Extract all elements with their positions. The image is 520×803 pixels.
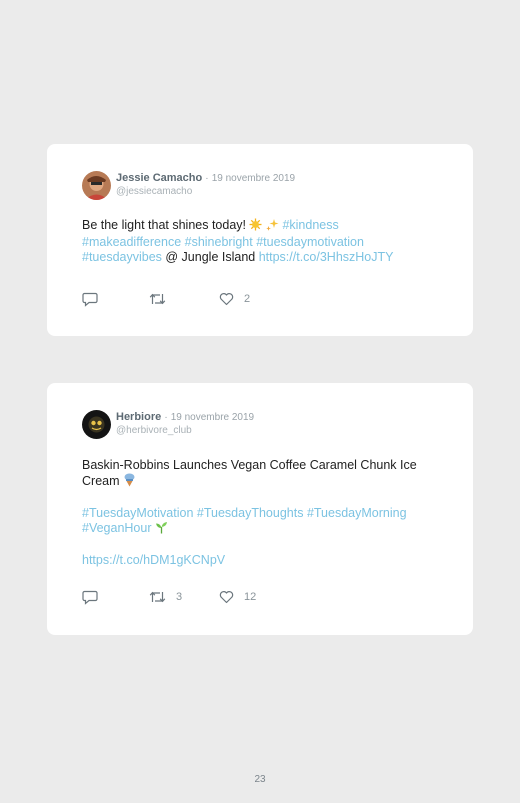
reply-icon [82, 590, 98, 605]
tweet-card: Jessie Camacho · 19 novembre 2019 @jessi… [47, 144, 473, 336]
location-text: @ Jungle Island [161, 250, 259, 264]
hashtag-link[interactable]: #makeadifference [82, 235, 181, 249]
avatar[interactable] [82, 410, 111, 439]
tweet-header: Herbiore · 19 novembre 2019 @herbivore_c… [82, 410, 442, 442]
hashtag-link[interactable]: #tuesdaymotivation [256, 235, 364, 249]
separator: · [164, 412, 168, 423]
hashtag-link[interactable]: #TuesdayThoughts [197, 506, 304, 520]
like-button[interactable]: 2 [219, 291, 250, 307]
reply-button[interactable] [82, 291, 98, 307]
heart-icon [219, 590, 234, 604]
seedling-emoji [155, 521, 168, 538]
tweet-link[interactable]: https://t.co/hDM1gKCNpV [82, 553, 225, 567]
like-button[interactable]: 12 [219, 589, 256, 605]
tweet-link[interactable]: https://t.co/3HhszHoJTY [259, 250, 394, 264]
tweet-header: Jessie Camacho · 19 novembre 2019 @jessi… [82, 171, 442, 203]
reply-button[interactable] [82, 589, 98, 605]
separator: · [205, 173, 209, 184]
tweet-card: Herbiore · 19 novembre 2019 @herbivore_c… [47, 383, 473, 635]
ice-cream-emoji [123, 473, 136, 491]
avatar[interactable] [82, 171, 111, 200]
hashtag-link[interactable]: #tuesdayvibes [82, 250, 162, 264]
reply-icon [82, 292, 98, 307]
tweet-text-start: Be the light that shines today! [82, 218, 250, 232]
tweet-text: Baskin-Robbins Launches Vegan Coffee Car… [82, 458, 432, 568]
tweet-actions: 3 12 [82, 589, 382, 605]
retweet-icon [149, 590, 166, 604]
retweet-icon [149, 292, 166, 306]
hashtag-link[interactable]: #shinebright [185, 235, 253, 249]
page-number: 23 [254, 774, 266, 785]
hashtag-link[interactable]: #TuesdayMotivation [82, 506, 193, 520]
author-name[interactable]: Jessie Camacho [116, 172, 202, 184]
tweet-actions: 2 [82, 291, 382, 307]
like-count: 12 [244, 591, 257, 603]
tweet-date[interactable]: 19 novembre 2019 [212, 173, 295, 184]
author-handle[interactable]: @herbivore_club [116, 425, 254, 437]
retweet-count: 3 [176, 591, 183, 603]
heart-icon [219, 292, 234, 306]
retweet-button[interactable]: 3 [149, 589, 182, 605]
tweet-date[interactable]: 19 novembre 2019 [171, 412, 254, 423]
author-name[interactable]: Herbiore [116, 411, 161, 423]
tweet-text: Be the light that shines today! #kindnes… [82, 218, 432, 265]
like-count: 2 [244, 293, 251, 305]
author-handle[interactable]: @jessiecamacho [116, 186, 295, 198]
retweet-button[interactable] [149, 291, 176, 307]
hashtag-link[interactable]: #TuesdayMorning [307, 506, 407, 520]
hashtag-link[interactable]: #kindness [282, 218, 338, 232]
sparkle-emoji [266, 218, 279, 235]
sun-emoji [249, 218, 262, 235]
hashtag-link[interactable]: #VeganHour [82, 521, 152, 535]
